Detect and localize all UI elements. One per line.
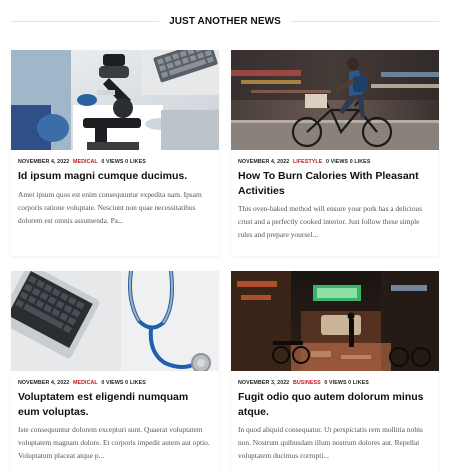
post-card: NOVEMBER 4, 2022 LIFESTYLE 0 VIEWS 0 LIK… xyxy=(231,50,439,256)
post-thumbnail-stethoscope[interactable] xyxy=(11,271,219,371)
post-likes: 0 LIKES xyxy=(125,159,146,165)
post-title-link[interactable]: Fugit odio quo autem dolorum minus atque… xyxy=(238,390,432,419)
post-thumbnail-night-street[interactable] xyxy=(231,271,439,371)
post-views: 0 VIEWS xyxy=(324,380,347,386)
post-category-link[interactable]: MEDICAL xyxy=(73,159,98,165)
section-header: JUST ANOTHER NEWS xyxy=(11,12,440,30)
night-street-photo xyxy=(231,271,439,371)
post-category-link[interactable]: LIFESTYLE xyxy=(293,159,322,165)
post-card: NOVEMBER 4, 2022 MEDICAL 0 VIEWS 0 LIKES… xyxy=(11,50,219,256)
post-meta: NOVEMBER 3, 2022 BUSINESS 0 VIEWS 0 LIKE… xyxy=(238,378,432,388)
post-category-link[interactable]: MEDICAL xyxy=(73,380,98,386)
post-thumbnail-cyclist[interactable] xyxy=(231,50,439,150)
cyclist-street-photo xyxy=(231,50,439,150)
post-card: NOVEMBER 3, 2022 BUSINESS 0 VIEWS 0 LIKE… xyxy=(231,271,439,473)
post-meta: NOVEMBER 4, 2022 MEDICAL 0 VIEWS 0 LIKES xyxy=(18,378,212,388)
post-meta: NOVEMBER 4, 2022 LIFESTYLE 0 VIEWS 0 LIK… xyxy=(238,157,432,167)
laptop-stethoscope-photo xyxy=(11,271,219,371)
post-title-link[interactable]: How To Burn Calories With Pleasant Activ… xyxy=(238,169,432,198)
post-views: 0 VIEWS xyxy=(101,380,124,386)
post-likes: 0 LIKES xyxy=(348,380,369,386)
post-views: 0 VIEWS xyxy=(101,159,124,165)
microscope-lab-photo xyxy=(11,50,219,150)
post-excerpt: In quod aliquid consequatur. Ut perspici… xyxy=(238,425,423,460)
post-card: NOVEMBER 4, 2022 MEDICAL 0 VIEWS 0 LIKES… xyxy=(11,271,219,473)
post-title-link[interactable]: Id ipsum magni cumque ducimus. xyxy=(18,169,212,184)
post-date: NOVEMBER 4, 2022 xyxy=(18,380,70,386)
post-likes: 0 LIKES xyxy=(349,159,371,165)
post-likes: 0 LIKES xyxy=(125,380,146,386)
post-meta: NOVEMBER 4, 2022 MEDICAL 0 VIEWS 0 LIKES xyxy=(18,157,212,167)
post-excerpt: This oven-baked method will ensure your … xyxy=(238,204,423,239)
post-date: NOVEMBER 3, 2022 xyxy=(238,380,290,386)
post-category-link[interactable]: BUSINESS xyxy=(293,380,321,386)
header-rule-right xyxy=(290,20,440,22)
post-date: NOVEMBER 4, 2022 xyxy=(18,159,70,165)
post-thumbnail-microscope[interactable] xyxy=(11,50,219,150)
post-excerpt: Iste consequuntur dolorem excepturi sunt… xyxy=(18,425,210,460)
post-excerpt: Amet ipsum quos est enim consequuntur ex… xyxy=(18,189,202,225)
section-title: JUST ANOTHER NEWS xyxy=(169,15,281,27)
post-date: NOVEMBER 4, 2022 xyxy=(238,159,290,165)
post-title-link[interactable]: Voluptatem est eligendi numquam eum volu… xyxy=(18,390,212,419)
header-rule-left xyxy=(11,20,160,22)
post-views: 0 VIEWS xyxy=(325,159,349,165)
